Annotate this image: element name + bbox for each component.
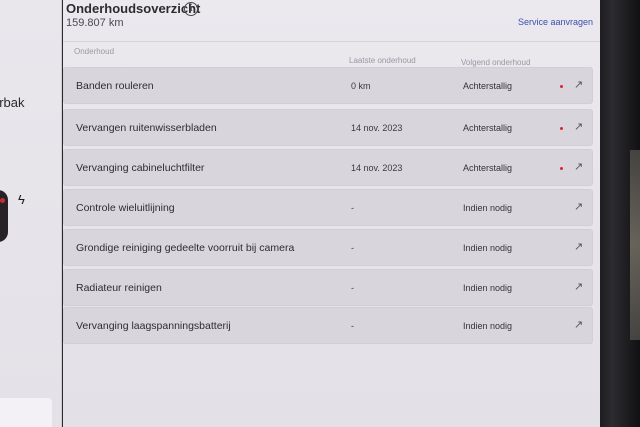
next-service-status: Achterstallig [463,81,513,91]
external-arrow-icon[interactable]: ↗ [574,200,583,213]
left-bottom-card[interactable] [0,398,52,427]
last-service-value: - [351,243,354,253]
maintenance-item-label: Vervanging laagspanningsbatterij [76,320,231,332]
overdue-indicator-dot [560,127,563,130]
last-service-value: 14 nov. 2023 [351,163,403,173]
next-service-status: Achterstallig [463,123,513,133]
car-image [0,190,8,242]
external-arrow-icon[interactable]: ↗ [574,280,583,293]
column-header-last: Laatste onderhoud [349,56,416,65]
last-service-value: - [351,321,354,331]
external-arrow-icon[interactable]: ↗ [574,318,583,331]
maintenance-item-label: Radiateur reinigen [76,282,162,294]
maintenance-row[interactable]: Vervanging cabineluchtfilter 14 nov. 2023… [63,149,593,186]
next-service-status: Achterstallig [463,163,513,173]
odometer-reading: 159.807 km [66,17,124,29]
screen-bezel [600,0,640,427]
background-reflection [630,150,640,340]
maintenance-item-label: Vervangen ruitenwisserbladen [76,122,217,134]
maintenance-item-label: Controle wieluitlijning [76,202,175,214]
maintenance-row[interactable]: Grondige reiniging gedeelte voorruit bij… [63,229,593,266]
next-service-status: Indien nodig [463,283,513,293]
external-arrow-icon[interactable]: ↗ [574,240,583,253]
overdue-indicator-dot [560,167,563,170]
maintenance-row[interactable]: Vervanging laagspanningsbatterij - Indien … [63,307,593,344]
last-service-value: - [351,203,354,213]
external-arrow-icon[interactable]: ↗ [574,120,583,133]
maintenance-row[interactable]: Controle wieluitlijning - Indien nodig ↗ [63,189,593,226]
info-icon[interactable]: i [184,2,198,16]
maintenance-row[interactable]: Radiateur reinigen - Indien nodig ↗ [63,269,593,306]
external-arrow-icon[interactable]: ↗ [574,160,583,173]
overdue-indicator-dot [560,85,563,88]
maintenance-overview-panel: Onderhoudsoverzicht i 159.807 km Service… [63,0,600,427]
header-divider [63,41,600,42]
maintenance-item-label: Vervanging cabineluchtfilter [76,162,205,174]
car-status-dot [0,198,5,203]
column-header-maintenance: Onderhoud [74,47,115,56]
next-service-status: Indien nodig [463,203,513,213]
service-request-link[interactable]: Service aanvragen [518,17,593,27]
column-header-next: Volgend onderhoud [461,58,531,67]
maintenance-item-label: Banden rouleren [76,80,154,92]
bolt-icon: ϟ [18,192,25,207]
last-service-value: - [351,283,354,293]
external-arrow-icon[interactable]: ↗ [574,78,583,91]
maintenance-row[interactable]: Banden rouleren 0 km Achterstallig ↗ [63,67,593,104]
maintenance-item-label: Grondige reiniging gedeelte voorruit bij… [76,242,295,254]
maintenance-row[interactable]: Vervangen ruitenwisserbladen 14 nov. 2023… [63,109,593,146]
next-service-status: Indien nodig [463,243,513,253]
last-service-value: 14 nov. 2023 [351,123,403,133]
last-service-value: 0 km [351,81,371,91]
page-title: Onderhoudsoverzicht [66,1,201,16]
left-panel-text-2: erbak [0,95,25,110]
left-side-panel: n erbak ϟ [0,0,62,427]
next-service-status: Indien nodig [463,321,513,331]
